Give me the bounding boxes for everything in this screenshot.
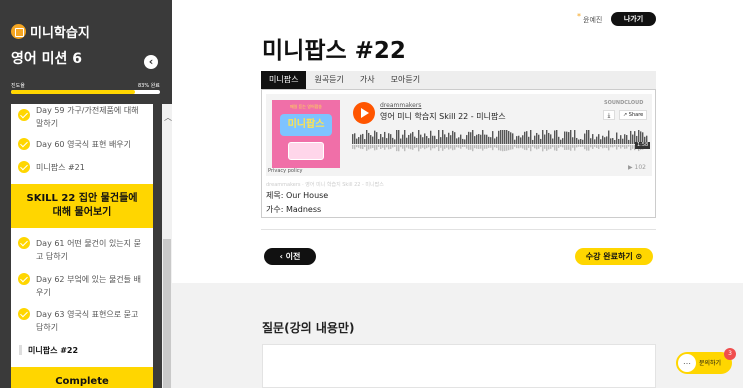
lesson-item[interactable]: Day 63 영국식 표현으로 묻고 답하기	[11, 308, 153, 334]
divider	[261, 229, 656, 230]
tab-content: 매일 듣는 영어팝송 미니팝스 dreammakers 영어 미니 학습지 Sk…	[261, 89, 656, 218]
privacy-policy-link[interactable]: Privacy policy	[268, 168, 302, 174]
lesson-item[interactable]: Day 62 부엌에 있는 물건들 배우기	[11, 273, 153, 299]
progress-percent: 83% 완료	[138, 83, 160, 89]
lesson-item[interactable]: Day 59 가구/가전제품에 대해 말하기	[11, 104, 153, 130]
track-user-link[interactable]: dreammakers	[380, 102, 421, 109]
skill-section-header[interactable]: SKILL 22 집안 물건들에 대해 물어보기	[11, 184, 153, 228]
lesson-item[interactable]: Day 61 어떤 물건이 있는지 묻고 답하기	[11, 237, 153, 263]
exit-button[interactable]: 나가기	[611, 12, 656, 26]
song-title: 제목: Our House	[266, 191, 329, 200]
progress-label: 진도율	[11, 83, 25, 89]
tab-collection[interactable]: 모아듣기	[383, 71, 428, 89]
lesson-item-label: Day 62 부엌에 있는 물건들 배우기	[36, 275, 141, 297]
previous-button[interactable]: ‹ 이전	[264, 248, 316, 265]
lesson-item-label: Day 60 영국식 표현 배우기	[36, 140, 132, 149]
lesson-item-label: Day 63 영국식 표현으로 묻고 답하기	[36, 310, 139, 332]
play-count: ▶ 102	[628, 164, 646, 171]
contact-label: 문의하기	[699, 360, 722, 367]
share-label: Share	[628, 112, 644, 118]
chevron-up-icon[interactable]: ︿	[164, 112, 172, 123]
track-source-link[interactable]: dreammakers · 영어 미니 학습지 Skill 22 - 미니팝스	[266, 181, 384, 188]
share-icon: ↗	[623, 112, 628, 118]
user-name: 윤예진	[583, 16, 603, 24]
question-input[interactable]	[262, 344, 656, 388]
previous-label: 이전	[285, 252, 301, 261]
check-circle-icon	[18, 237, 30, 249]
chevron-left-icon: ‹	[279, 252, 283, 261]
collapse-sidebar-button[interactable]: ‹	[144, 55, 158, 69]
lesson-item-label: Day 61 어떤 물건이 있는지 묻고 답하기	[36, 239, 141, 261]
share-button[interactable]: ↗ Share	[619, 110, 648, 120]
progress-bar	[11, 90, 160, 94]
progress-fill	[11, 90, 135, 94]
tab-lyrics[interactable]: 가사	[352, 71, 383, 89]
sidebar-scrollbar[interactable]: ︿	[162, 104, 172, 388]
check-circle-icon	[18, 138, 30, 150]
logo-text: 미니학습지	[30, 26, 90, 41]
chevron-circle-icon: ⊙	[635, 252, 643, 261]
check-circle-icon	[18, 273, 30, 285]
check-circle-icon	[18, 161, 30, 173]
track-artwork[interactable]: 매일 듣는 영어팝송 미니팝스	[272, 100, 340, 168]
artwork-title: 미니팝스	[280, 114, 332, 136]
track-duration: 1:58	[635, 142, 651, 149]
download-icon[interactable]: ⤓	[603, 110, 615, 120]
soundcloud-player: 매일 듣는 영어팝송 미니팝스 dreammakers 영어 미니 학습지 Sk…	[266, 94, 652, 176]
notification-badge: 3	[724, 348, 736, 360]
current-indicator	[19, 345, 22, 355]
tab-minipops[interactable]: 미니팝스	[261, 71, 307, 89]
lesson-item-label: 미니팝스 #21	[36, 163, 85, 172]
logo-icon	[11, 24, 26, 39]
complete-lesson-button[interactable]: 수강 완료하기 ⊙	[575, 248, 653, 265]
chat-bubble-icon: …	[678, 354, 696, 372]
current-lesson-label: 미니팝스 #22	[28, 346, 79, 355]
star-icon: *	[577, 12, 581, 21]
tab-bar: 미니팝스 원곡듣기 가사 모아듣기	[261, 71, 656, 89]
lesson-item-label: Day 59 가구/가전제품에 대해 말하기	[36, 106, 139, 128]
sidebar: 미니학습지 영어 미션 6 ‹ 진도율 83% 완료 Day 59 가구/가전제…	[0, 0, 172, 388]
song-singer: 가수: Madness	[266, 205, 322, 214]
lesson-item[interactable]: Day 60 영국식 표현 배우기	[11, 138, 153, 154]
artwork-subtitle: 매일 듣는 영어팝송	[290, 104, 322, 109]
tab-original-song[interactable]: 원곡듣기	[306, 71, 351, 89]
page-title: 미니팝스 #22	[262, 38, 406, 64]
play-button[interactable]	[353, 102, 375, 124]
complete-banner[interactable]: Complete	[11, 367, 153, 388]
check-circle-icon	[18, 109, 30, 121]
radio-illustration	[288, 142, 324, 160]
track-title[interactable]: 영어 미니 학습지 Skill 22 - 미니팝스	[380, 111, 506, 122]
check-circle-icon	[18, 308, 30, 320]
mission-title: 영어 미션 6	[11, 51, 83, 67]
chevron-left-icon: ‹	[148, 55, 154, 68]
question-title: 질문(강의 내용만)	[262, 321, 355, 335]
scrollbar-thumb[interactable]	[163, 239, 171, 388]
waveform[interactable]	[352, 130, 648, 152]
soundcloud-logo[interactable]: SOUNDCLOUD	[604, 100, 643, 106]
complete-lesson-label: 수강 완료하기	[585, 252, 633, 261]
question-section: 질문(강의 내용만)	[172, 283, 743, 388]
lesson-list-panel: Day 59 가구/가전제품에 대해 말하기 Day 60 영국식 표현 배우기…	[11, 104, 153, 388]
lesson-item[interactable]: 미니팝스 #21	[11, 161, 153, 177]
logo[interactable]: 미니학습지	[11, 22, 90, 41]
